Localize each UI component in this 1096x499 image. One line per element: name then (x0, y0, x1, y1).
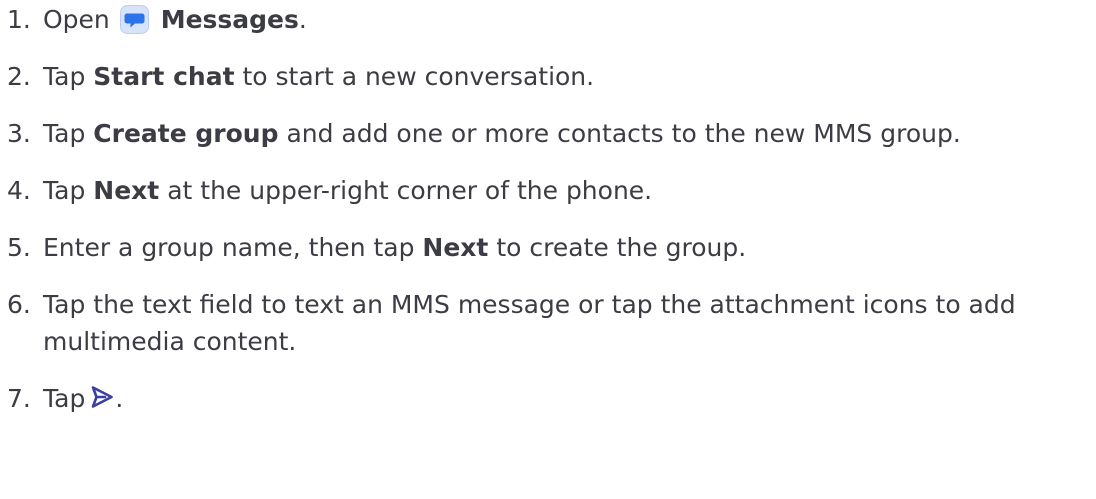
step-5: 5. Enter a group name, then tap Next to … (7, 229, 1096, 266)
step-text-pre: Tap (43, 119, 94, 148)
step-number: 7. (7, 384, 31, 413)
step-text-pre: Tap (43, 176, 94, 205)
step-text-post: to create the group. (488, 233, 747, 262)
step-text-pre: Tap (43, 62, 94, 91)
instruction-steps: 1. Open Messages. 2. Tap Start chat to s… (7, 1, 1096, 417)
step-7: 7. Tap . (7, 380, 1096, 417)
ui-label-next: Next (93, 176, 160, 205)
step-text-post: . (298, 5, 307, 34)
step-number: 4. (7, 176, 31, 205)
step-text-post: . (115, 384, 124, 413)
step-text: Open Messages. (43, 1, 1096, 38)
step-number: 1. (7, 5, 31, 34)
step-text-post: and add one or more contacts to the new … (278, 119, 961, 148)
step-text-pre: Open (43, 5, 110, 34)
app-name: Messages (160, 5, 299, 34)
step-text: Tap the text field to text an MMS messag… (43, 290, 1016, 356)
step-text-post: to start a new conversation. (234, 62, 595, 91)
step-text: Tap Next at the upper-right corner of th… (43, 172, 1096, 209)
step-text: Enter a group name, then tap Next to cre… (43, 229, 1096, 266)
step-6: 6. Tap the text field to text an MMS mes… (7, 286, 1096, 360)
step-1: 1. Open Messages. (7, 1, 1096, 38)
ui-label-create-group: Create group (93, 119, 279, 148)
step-text: Tap Start chat to start a new conversati… (43, 58, 1096, 95)
step-text: Tap Create group and add one or more con… (43, 115, 1096, 152)
step-number: 5. (7, 233, 31, 262)
send-icon (89, 383, 115, 409)
step-number: 3. (7, 119, 31, 148)
step-number: 6. (7, 290, 31, 319)
step-text-pre: Enter a group name, then tap (43, 233, 423, 262)
step-number: 2. (7, 62, 31, 91)
step-4: 4. Tap Next at the upper-right corner of… (7, 172, 1096, 209)
ui-label-next: Next (422, 233, 489, 262)
messages-app-icon (119, 5, 149, 34)
step-text: Tap . (43, 380, 1096, 417)
step-text-pre: Tap (43, 384, 86, 413)
ui-label-start-chat: Start chat (93, 62, 235, 91)
step-3: 3. Tap Create group and add one or more … (7, 115, 1096, 152)
step-2: 2. Tap Start chat to start a new convers… (7, 58, 1096, 95)
step-text-post: at the upper-right corner of the phone. (159, 176, 653, 205)
